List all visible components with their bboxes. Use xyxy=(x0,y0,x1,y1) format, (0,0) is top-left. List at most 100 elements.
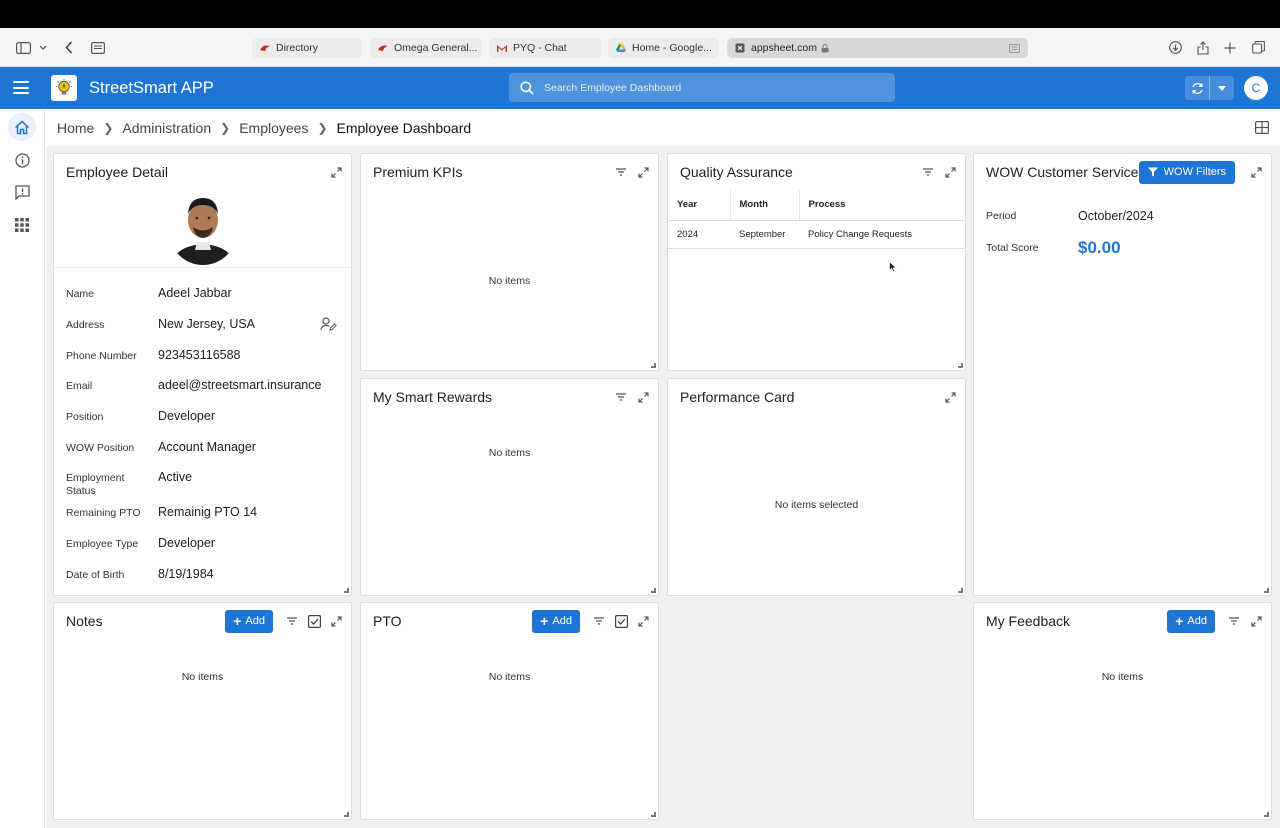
red-wing-icon xyxy=(378,45,388,51)
breadcrumb-home[interactable]: Home xyxy=(57,120,94,136)
tab-home-google[interactable]: Home - Google... xyxy=(608,38,719,58)
expand-icon[interactable] xyxy=(943,390,957,404)
wow-filters-button[interactable]: WOW Filters xyxy=(1138,160,1235,184)
resize-handle[interactable] xyxy=(1264,812,1269,817)
new-tab-icon[interactable] xyxy=(1222,28,1238,67)
menu-icon[interactable] xyxy=(13,81,29,94)
user-avatar[interactable]: C xyxy=(1244,76,1268,100)
tab-directory[interactable]: Directory xyxy=(252,38,362,58)
resize-handle[interactable] xyxy=(651,812,656,817)
caret-down-icon xyxy=(1217,85,1226,91)
search-bar[interactable] xyxy=(509,73,895,102)
add-pto-button[interactable]: + Add xyxy=(532,609,580,633)
resize-handle[interactable] xyxy=(958,588,963,593)
add-note-button[interactable]: + Add xyxy=(225,609,273,633)
home-icon xyxy=(14,119,30,134)
nav-home[interactable] xyxy=(8,113,36,141)
edit-person-icon[interactable] xyxy=(320,317,337,336)
table-row[interactable]: 2024 September Policy Change Requests xyxy=(668,220,965,249)
photo-area xyxy=(54,190,351,268)
feedback-icon xyxy=(14,184,30,200)
field-date-of-birth: Date of Birth 8/19/1984 xyxy=(66,567,214,581)
plus-icon: + xyxy=(1175,613,1184,629)
info-icon xyxy=(14,152,30,168)
download-icon[interactable] xyxy=(1167,28,1183,67)
resize-handle[interactable] xyxy=(1264,588,1269,593)
nav-feedback[interactable] xyxy=(8,178,36,206)
breadcrumb-administration[interactable]: Administration xyxy=(122,120,211,136)
expand-icon[interactable] xyxy=(636,614,650,628)
select-checkbox-icon[interactable] xyxy=(614,614,628,628)
expand-icon[interactable] xyxy=(329,614,343,628)
nav-apps[interactable] xyxy=(8,211,36,239)
chevron-right-icon: ❯ xyxy=(220,120,231,135)
filter-icon[interactable] xyxy=(921,165,935,179)
search-input[interactable] xyxy=(544,81,864,94)
red-wing-icon xyxy=(260,45,270,51)
layout-grid-icon[interactable] xyxy=(1255,121,1270,139)
field-address: Address New Jersey, USA xyxy=(66,317,343,332)
back-icon[interactable] xyxy=(61,28,77,67)
field-remaining-pto: Remaining PTO Remainig PTO 14 xyxy=(66,505,258,519)
empty-message: No items selected xyxy=(774,499,859,511)
notes-card: Notes + Add No items xyxy=(53,602,352,820)
plus-icon: + xyxy=(233,613,242,629)
card-title: Notes xyxy=(66,613,103,629)
add-feedback-button[interactable]: + Add xyxy=(1167,609,1215,633)
app-logo[interactable] xyxy=(51,75,77,101)
share-icon[interactable] xyxy=(1195,28,1211,67)
google-drive-icon xyxy=(616,43,626,52)
dashboard-area: Employee Detail Name Adeel Jabbar Addres… xyxy=(46,146,1280,828)
select-checkbox-icon[interactable] xyxy=(307,614,321,628)
tab-pyq-chat[interactable]: PYQ - Chat xyxy=(489,38,601,58)
resize-handle[interactable] xyxy=(958,363,963,368)
card-title: Employee Detail xyxy=(66,164,168,180)
smart-rewards-card: My Smart Rewards No items xyxy=(360,378,659,596)
tab-overview-icon[interactable] xyxy=(1250,28,1266,67)
lightbulb-icon xyxy=(56,79,72,95)
empty-message: No items xyxy=(488,447,531,459)
employee-photo xyxy=(168,190,237,265)
expand-icon[interactable] xyxy=(636,165,650,179)
chevron-right-icon: ❯ xyxy=(317,120,328,135)
mouse-cursor-icon xyxy=(889,260,898,278)
sync-controls xyxy=(1185,76,1234,100)
filter-icon[interactable] xyxy=(614,390,628,404)
performance-card: Performance Card No items selected xyxy=(667,378,966,596)
expand-icon[interactable] xyxy=(1249,614,1263,628)
expand-icon[interactable] xyxy=(943,165,957,179)
sync-button[interactable] xyxy=(1185,76,1209,100)
sidebar-toggle-icon[interactable] xyxy=(14,28,32,67)
reader-mode-icon[interactable] xyxy=(1009,43,1020,53)
sync-dropdown-button[interactable] xyxy=(1209,76,1233,100)
breadcrumb-employees[interactable]: Employees xyxy=(239,120,308,136)
resize-handle[interactable] xyxy=(344,812,349,817)
nav-info[interactable] xyxy=(8,146,36,174)
column-header-process[interactable]: Process xyxy=(799,190,965,221)
funnel-icon xyxy=(1147,167,1158,177)
expand-icon[interactable] xyxy=(329,165,343,179)
browser-toolbar: Directory Omega General... PYQ - Chat Ho… xyxy=(0,28,1280,67)
pto-card: PTO + Add No items xyxy=(360,602,659,820)
resize-handle[interactable] xyxy=(651,363,656,368)
field-employment-status: Employment Status Active xyxy=(66,470,193,497)
resize-handle[interactable] xyxy=(651,588,656,593)
chevron-down-icon[interactable] xyxy=(37,28,49,67)
card-header: Employee Detail xyxy=(54,154,351,190)
tab-appsheet-address[interactable]: appsheet.com xyxy=(727,38,1028,58)
reader-icon[interactable] xyxy=(90,28,106,67)
sync-icon xyxy=(1192,82,1202,94)
tab-omega-general[interactable]: Omega General... xyxy=(370,38,482,58)
card-title: My Smart Rewards xyxy=(373,389,493,405)
expand-icon[interactable] xyxy=(636,390,650,404)
filter-icon[interactable] xyxy=(614,165,628,179)
column-header-month[interactable]: Month xyxy=(730,190,800,221)
filter-icon[interactable] xyxy=(592,614,606,628)
field-name: Name Adeel Jabbar xyxy=(66,286,232,300)
field-position: Position Developer xyxy=(66,409,215,423)
column-header-year[interactable]: Year xyxy=(668,190,731,221)
expand-icon[interactable] xyxy=(1249,165,1263,179)
resize-handle[interactable] xyxy=(344,588,349,593)
filter-icon[interactable] xyxy=(285,614,299,628)
filter-icon[interactable] xyxy=(1227,614,1241,628)
